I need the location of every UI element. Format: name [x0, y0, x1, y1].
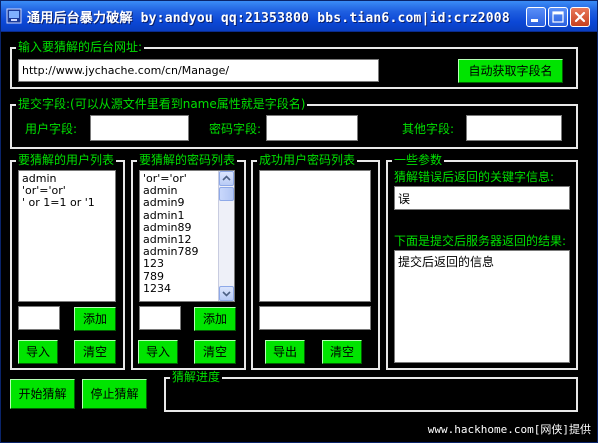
password-list-label: 要猜解的密码列表: [137, 153, 238, 168]
user-field-input[interactable]: [90, 115, 189, 141]
user-listbox[interactable]: admin 'or'='or' ' or 1=1 or '1: [18, 170, 116, 302]
stop-button[interactable]: 停止猜解: [82, 379, 147, 409]
progress-label: 猜解进度: [170, 370, 223, 385]
password-clear-button[interactable]: 清空: [194, 340, 236, 364]
maximize-button[interactable]: [548, 7, 568, 27]
user-field-label: 用户字段:: [25, 122, 78, 136]
app-icon: [6, 8, 22, 24]
password-import-button[interactable]: 导入: [138, 340, 178, 364]
password-field-label: 密码字段:: [209, 122, 262, 136]
other-field-label: 其他字段:: [402, 122, 455, 136]
error-keyword-input[interactable]: [394, 186, 570, 210]
user-add-button[interactable]: 添加: [74, 307, 116, 331]
list-item[interactable]: 123: [143, 258, 198, 270]
user-import-button[interactable]: 导入: [18, 340, 58, 364]
error-keyword-label: 猜解错误后返回的关键字信息:: [394, 170, 555, 184]
list-item[interactable]: admin9: [143, 197, 198, 209]
maximize-icon: [552, 11, 564, 23]
password-add-button[interactable]: 添加: [194, 307, 236, 331]
other-field-input[interactable]: [466, 115, 562, 141]
password-list-scrollbar[interactable]: [218, 171, 234, 301]
user-add-input[interactable]: [18, 306, 60, 330]
chevron-down-icon: [222, 291, 231, 297]
list-item[interactable]: admin1: [143, 209, 198, 222]
url-input[interactable]: [18, 59, 379, 82]
minimize-icon: [531, 19, 538, 22]
close-icon: [574, 11, 586, 23]
list-item[interactable]: 1234: [143, 282, 198, 295]
title-bar[interactable]: 通用后台暴力破解 by:andyou qq:21353800 bbs.tian6…: [1, 1, 597, 32]
list-item[interactable]: ' or 1=1 or '1: [22, 197, 95, 209]
close-button[interactable]: [570, 7, 590, 27]
list-item[interactable]: 789: [143, 270, 198, 283]
export-button[interactable]: 导出: [265, 340, 305, 364]
success-listbox[interactable]: [259, 170, 371, 302]
password-list-items: 'or'='or' admin admin9 admin1 admin89 ad…: [143, 172, 198, 295]
password-field-input[interactable]: [266, 115, 358, 141]
success-input[interactable]: [259, 306, 371, 330]
watermark-text: www.hackhome.com[网侠]提供: [427, 423, 591, 436]
auto-get-fields-button[interactable]: 自动获取字段名: [458, 59, 563, 83]
minimize-button[interactable]: [526, 7, 546, 27]
success-list-label: 成功用户密码列表: [257, 153, 358, 168]
params-label: 一些参数: [392, 153, 445, 168]
fields-group-label: 提交字段:(可以从源文件里看到name属性就是字段名): [16, 97, 308, 112]
password-listbox[interactable]: 'or'='or' admin admin9 admin1 admin89 ad…: [139, 170, 235, 302]
password-add-input[interactable]: [139, 306, 181, 330]
scroll-thumb[interactable]: [219, 187, 234, 201]
app-window: 通用后台暴力破解 by:andyou qq:21353800 bbs.tian6…: [0, 0, 598, 443]
scroll-down-button[interactable]: [219, 286, 234, 301]
start-button[interactable]: 开始猜解: [10, 379, 75, 409]
scroll-up-button[interactable]: [219, 171, 234, 186]
user-list-items: admin 'or'='or' ' or 1=1 or '1: [22, 172, 95, 210]
chevron-up-icon: [222, 175, 231, 181]
progress-group: 猜解进度: [164, 370, 578, 412]
user-clear-button[interactable]: 清空: [74, 340, 116, 364]
result-label: 下面是提交后服务器返回的结果:: [394, 234, 567, 248]
url-group-label: 输入要猜解的后台网址:: [16, 40, 145, 55]
window-title: 通用后台暴力破解 by:andyou qq:21353800 bbs.tian6…: [27, 11, 510, 26]
user-list-label: 要猜解的用户列表: [16, 153, 117, 168]
result-textarea[interactable]: 提交后返回的信息: [394, 250, 570, 363]
success-clear-button[interactable]: 清空: [322, 340, 362, 364]
